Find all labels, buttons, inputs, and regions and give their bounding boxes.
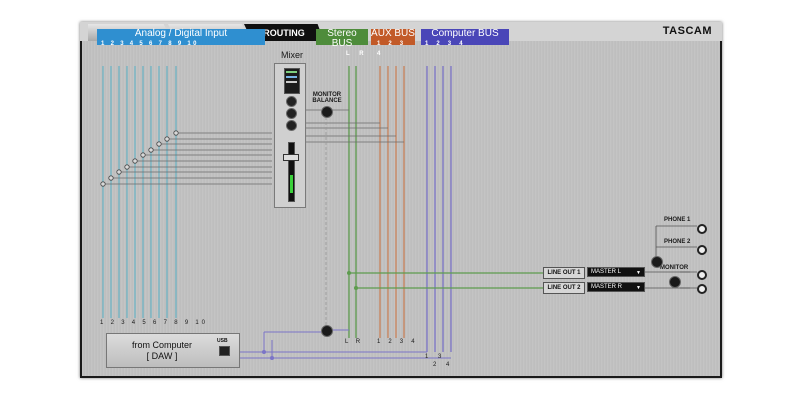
line-out-2-label: LINE OUT 2 [543, 282, 585, 294]
headphone-jack-icon [697, 224, 707, 234]
mixer-fader-track[interactable] [288, 142, 295, 202]
line-out-1-label: LINE OUT 1 [543, 267, 585, 279]
stereo-bottom-labels: L R [345, 339, 364, 345]
analog-tap-node [173, 130, 179, 136]
daw-text: from Computer [ DAW ] [127, 340, 197, 362]
stereo-bus-numbers: L R [346, 51, 368, 57]
line-out-1-value: MASTER L [591, 269, 622, 275]
monitor-jack-icon [697, 284, 707, 294]
line-out-1-node [347, 271, 351, 275]
computer-bottom-numbers-top: 1 3 [425, 354, 446, 360]
analog-bus-label: Analog / Digital Input [134, 28, 228, 39]
mixer-knob[interactable] [286, 120, 297, 131]
usb-icon [219, 346, 230, 356]
monitor-volume-knob[interactable] [669, 276, 681, 288]
mixer-label: Mixer [281, 50, 303, 60]
analog-tap-node [132, 158, 138, 164]
analog-bus-numbers: 1 2 3 4 5 6 7 8 9 10 [101, 41, 199, 47]
daw-line-2: [ DAW ] [146, 351, 178, 361]
analog-bus-header: Analog / Digital Input 1 2 3 4 5 6 7 8 9… [97, 28, 265, 47]
computer-bus-label: Computer BUS [431, 28, 499, 39]
mixer-meter-fill [290, 175, 293, 193]
analog-tap-node [164, 136, 170, 142]
daw-line-1: from Computer [131, 340, 193, 350]
computer-bus-numbers: 1 2 3 4 [425, 41, 466, 47]
mixer-knob[interactable] [286, 96, 297, 107]
analog-tap-node [148, 147, 154, 153]
mixer-display-bar-icon [286, 81, 297, 83]
daw-node [270, 356, 274, 360]
monitor-balance-label: MONITOR BALANCE [312, 92, 342, 104]
aux-bus-label: AUX BUS [371, 28, 415, 39]
headphone-jack-icon [697, 245, 707, 255]
computer-bus-header: Computer BUS 1 2 3 4 [421, 28, 509, 47]
aux-bus-numbers: 1 2 3 4 [377, 41, 407, 57]
mixer-fader-cap[interactable] [283, 154, 299, 161]
from-computer-daw-box: from Computer [ DAW ] USB [106, 333, 240, 368]
mixer-strip[interactable] [274, 63, 306, 208]
stereo-bus-label: Stereo BUS [327, 28, 357, 49]
phone-2-label: PHONE 2 [664, 239, 691, 245]
mixer-display-bar-icon [286, 71, 297, 73]
analog-tap-node [116, 169, 122, 175]
analog-tap-node [100, 181, 106, 187]
stereo-bus-header: Stereo BUS L R [316, 29, 368, 57]
monitor-jack-icon [697, 270, 707, 280]
phone-1-volume-knob[interactable] [651, 256, 663, 268]
aux-bus-header: AUX BUS 1 2 3 4 [371, 28, 415, 57]
analog-tap-node [124, 164, 130, 170]
daw-node [262, 350, 266, 354]
line-out-1-select[interactable]: MASTER L ▼ [587, 267, 645, 277]
line-out-2-value: MASTER R [591, 284, 623, 290]
line-out-2-node [354, 286, 358, 290]
mixer-display [284, 68, 300, 94]
line-out-2-select[interactable]: MASTER R ▼ [587, 282, 645, 292]
analog-tap-node [156, 141, 162, 147]
monitor-balance-knob[interactable] [321, 106, 333, 118]
usb-label: USB [217, 338, 228, 344]
monitor-balance-knob-lower[interactable] [321, 325, 333, 337]
chevron-down-icon: ▼ [636, 285, 641, 291]
chevron-down-icon: ▼ [636, 270, 641, 276]
analog-bottom-numbers: 1 2 3 4 5 6 7 8 9 10 [100, 320, 208, 326]
aux-bottom-numbers: 1 2 3 4 [377, 339, 418, 345]
mixer-display-bar-icon [286, 76, 297, 78]
analog-tap-node [140, 152, 146, 158]
monitor-label: MONITOR [660, 265, 689, 271]
analog-tap-node [108, 175, 114, 181]
computer-bottom-numbers-bottom: 2 4 [433, 362, 454, 368]
phone-1-label: PHONE 1 [664, 217, 691, 223]
mixer-knob[interactable] [286, 108, 297, 119]
